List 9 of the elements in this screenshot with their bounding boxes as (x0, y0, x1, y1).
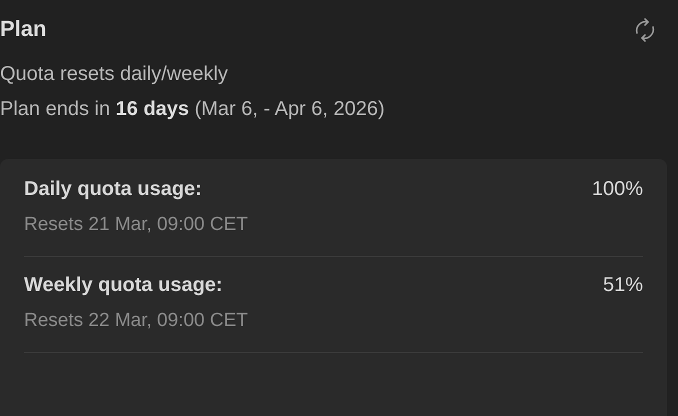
description-text: Quota resets daily/weekly (0, 62, 229, 87)
quota-value: 100% (592, 177, 643, 202)
plan-end-text: Plan ends in 16 days (Mar 6, - Apr 6, 2026) (0, 97, 386, 122)
reset-time-text: Resets 21 Mar, 09:00 CET (24, 213, 249, 237)
reset-time-text: Resets 22 Mar, 09:00 CET (24, 309, 249, 333)
quota-label: Weekly quota usage: (24, 273, 223, 298)
quota-label: Daily quota usage: (24, 177, 202, 202)
section-title: Plan (0, 15, 46, 43)
quota-value: 51% (602, 273, 643, 298)
